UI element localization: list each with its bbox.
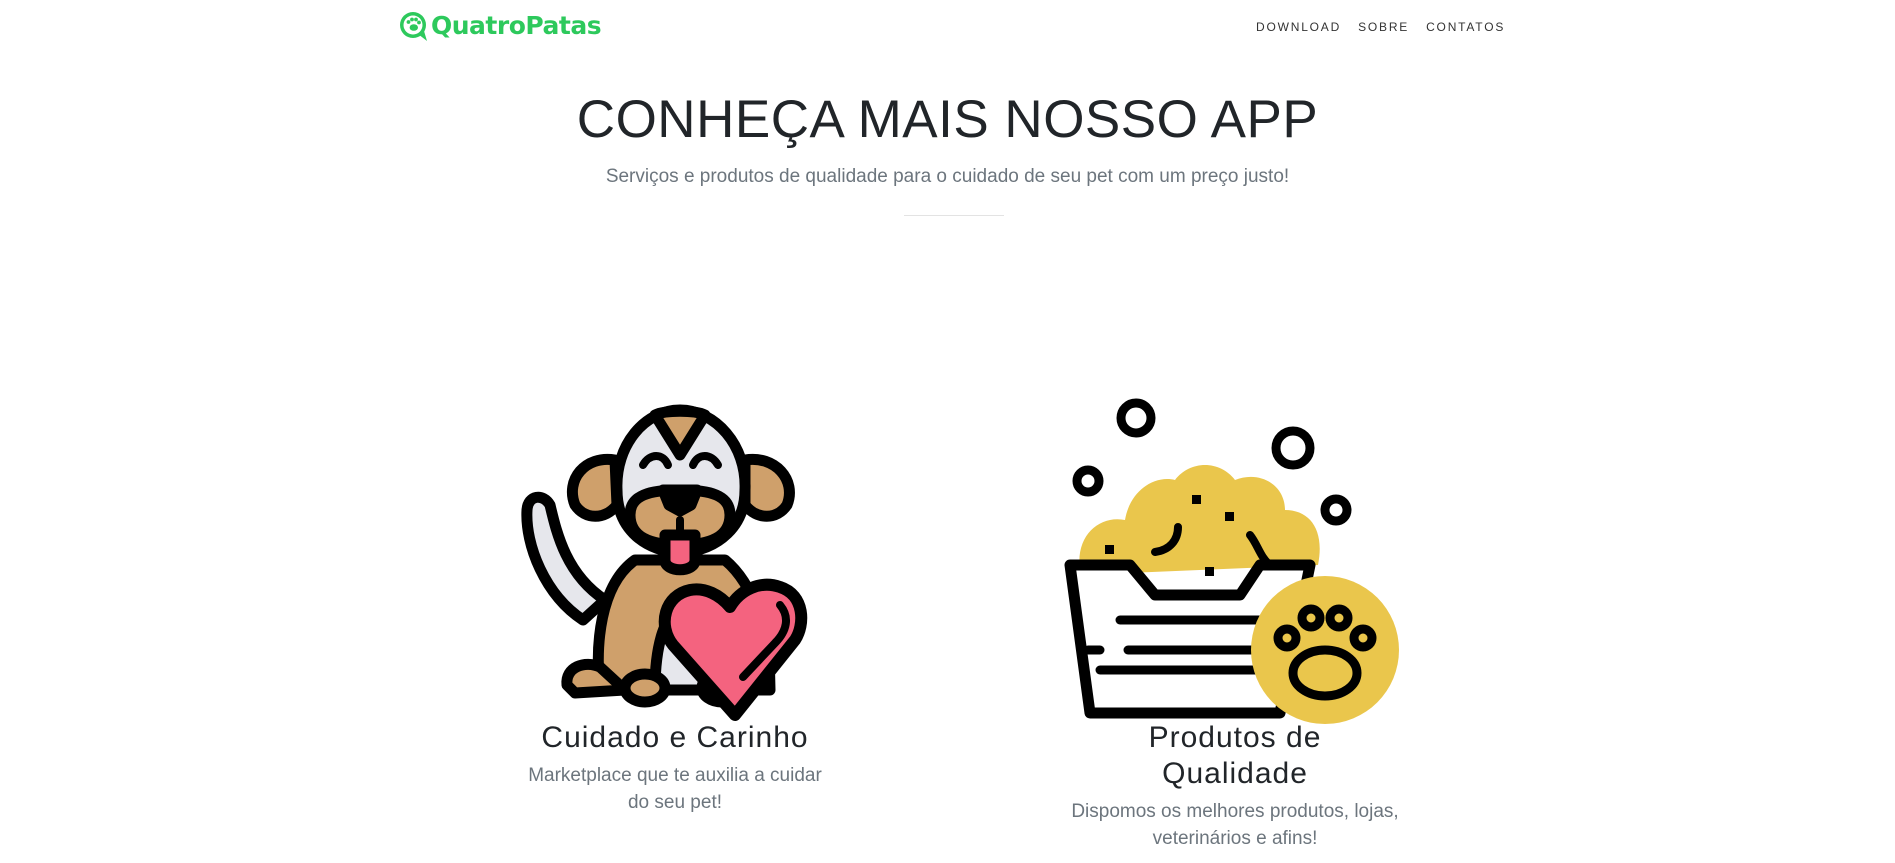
page-subtitle: Serviços e produtos de qualidade para o … — [605, 166, 1290, 187]
nav-menu: DOWNLOAD SOBRE CONTATOS — [1256, 20, 1522, 34]
feature-title: Produtos de Qualidade — [1148, 721, 1322, 790]
feature-description: Dispomos os melhores produtos, lojas, ve… — [1071, 801, 1399, 849]
feature-card-care: Cuidado e Carinho Marketplace que te aux… — [505, 395, 845, 813]
feature-card-products: Produtos de Qualidade Dispomos os melhor… — [1060, 395, 1410, 849]
feature-description: Marketplace que te auxilia a cuidar do s… — [528, 765, 822, 813]
section-divider — [904, 215, 1004, 216]
brand-name: QuatroPatas — [431, 11, 602, 40]
nav-link-sobre[interactable]: SOBRE — [1358, 20, 1409, 34]
pet-bath-icon — [1064, 398, 1399, 724]
paw-chat-icon — [400, 12, 427, 41]
navbar: QuatroPatas DOWNLOAD SOBRE CONTATOS — [0, 0, 1895, 54]
brand-logo[interactable]: QuatroPatas — [398, 10, 602, 42]
nav-link-contatos[interactable]: CONTATOS — [1426, 20, 1505, 34]
nav-link-download[interactable]: DOWNLOAD — [1256, 20, 1341, 34]
page-title: CONHEÇA MAIS NOSSO APP — [576, 90, 1319, 149]
dog-heart-icon — [521, 404, 808, 721]
feature-title: Cuidado e Carinho — [541, 721, 809, 754]
